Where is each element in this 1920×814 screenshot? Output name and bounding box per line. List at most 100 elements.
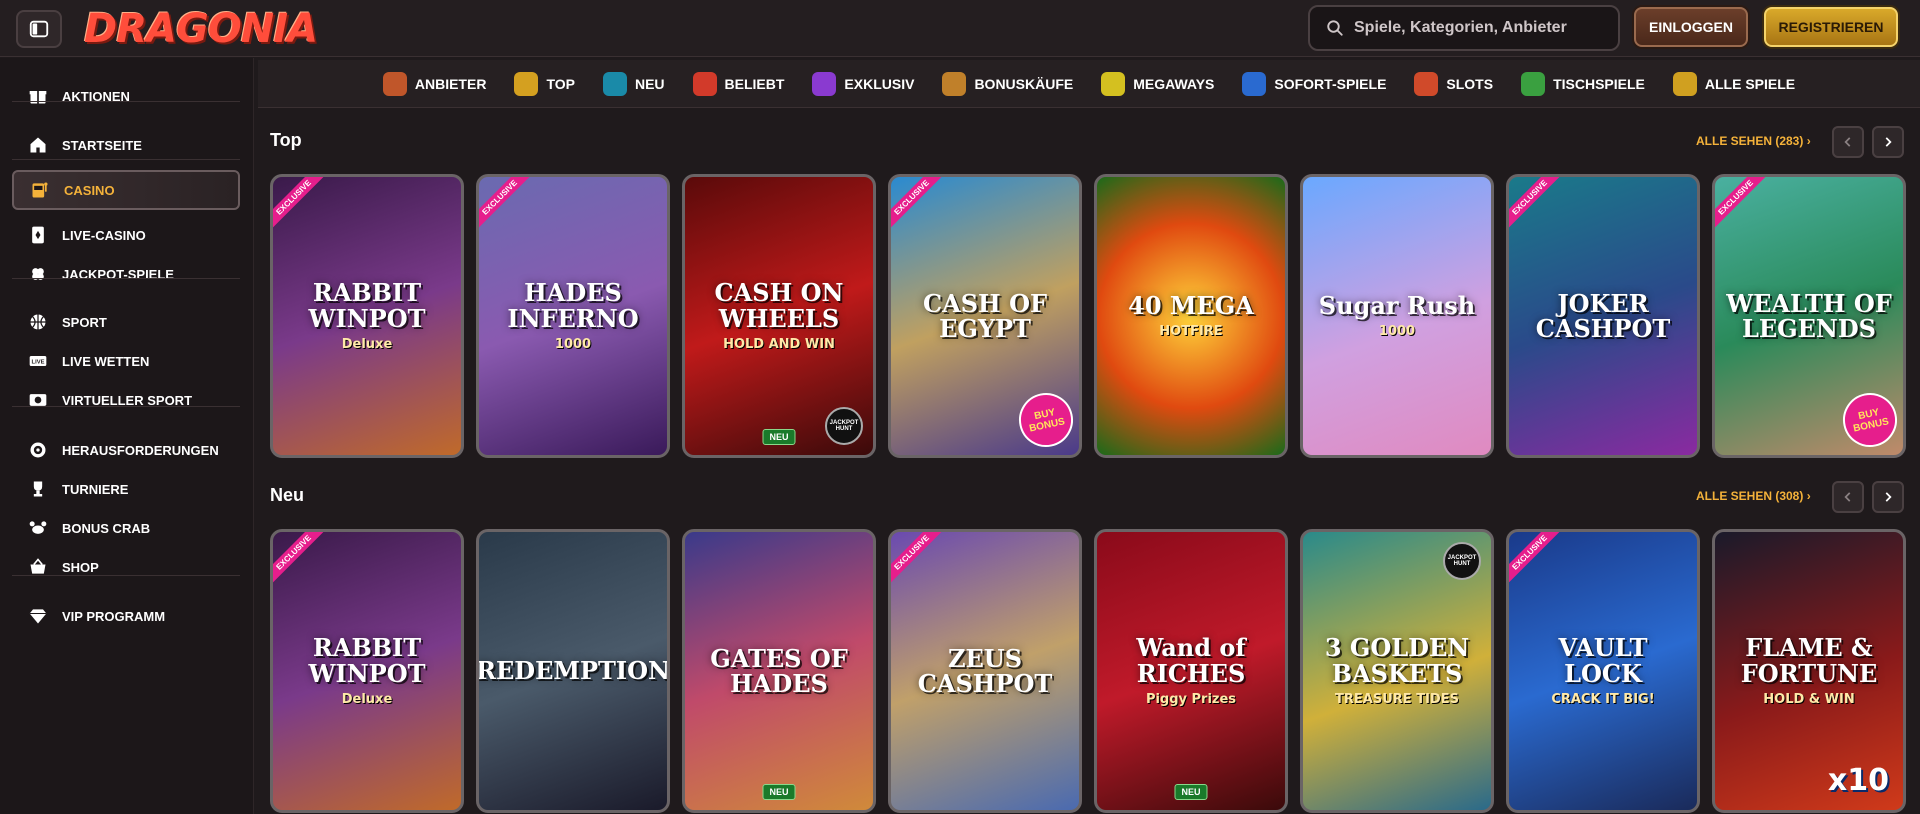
buy-bonus-badge: BUY BONUS — [1013, 387, 1079, 453]
game-row: RABBIT WINPOT Deluxe EXCLUSIVE REDEMPTION GA… — [270, 529, 1910, 813]
game-card[interactable]: Sugar Rush 1000 — [1300, 174, 1494, 458]
category-exklusiv[interactable]: EXKLUSIV — [812, 71, 914, 96]
game-card[interactable]: CASH OF EGYPT EXCLUSIVE BUY BONUS — [888, 174, 1082, 458]
next-button[interactable] — [1872, 126, 1904, 158]
live-icon: LIVE — [29, 356, 47, 366]
sidebar-toggle-button[interactable] — [16, 10, 62, 48]
game-title: Wand of RICHES — [1136, 633, 1246, 688]
sidebar-item-herausforderungen[interactable]: HERAUSFORDERUNGEN — [12, 430, 240, 470]
game-title: RABBIT WINPOT — [308, 633, 426, 688]
sidebar-item-label: HERAUSFORDERUNGEN — [62, 442, 219, 458]
category-icon — [692, 71, 717, 96]
category-bonuskäufe[interactable]: BONUSKÄUFE — [942, 71, 1074, 96]
category-label: ANBIETER — [414, 75, 487, 92]
game-card[interactable]: CASH ON WHEELS HOLD AND WIN NEU JACKPOT HUN… — [682, 174, 876, 458]
search-box[interactable] — [1308, 5, 1620, 51]
exclusive-badge: EXCLUSIVE — [891, 177, 944, 230]
game-title: WEALTH OF LEGENDS — [1726, 288, 1892, 343]
category-label: ALLE SPIELE — [1704, 75, 1796, 92]
game-card[interactable]: RABBIT WINPOT Deluxe EXCLUSIVE — [270, 174, 464, 458]
target-icon — [30, 442, 46, 458]
top-header: DRAGONIA EINLOGGEN REGISTRIEREN — [0, 0, 1920, 57]
see-all-label: ALLE SEHEN (283) — [1696, 134, 1804, 148]
see-all-link[interactable]: ALLE SEHEN (308) › — [1696, 489, 1811, 503]
game-title: Sugar Rush — [1318, 290, 1476, 320]
category-icon — [382, 71, 407, 96]
crab-icon — [29, 521, 47, 534]
sidebar-item-live-casino[interactable]: LIVE-CASINO — [12, 215, 240, 255]
game-card[interactable]: 3 GOLDEN BASKETS TREASURE TIDES JACKPOT HU… — [1300, 529, 1494, 813]
category-top[interactable]: TOP — [514, 71, 575, 96]
game-subtitle: Piggy Prizes — [1145, 691, 1237, 707]
see-all-link[interactable]: ALLE SEHEN (283) › — [1696, 134, 1811, 148]
category-icon — [1414, 71, 1439, 96]
category-slots[interactable]: SLOTS — [1414, 71, 1493, 96]
search-input[interactable] — [1354, 19, 1614, 37]
game-card[interactable]: HADES INFERNO 1000 EXCLUSIVE — [476, 174, 670, 458]
category-megaways[interactable]: MEGAWAYS — [1101, 71, 1214, 96]
see-all-label: ALLE SEHEN (308) — [1696, 489, 1804, 503]
sidebar-item-aktionen[interactable]: AKTIONEN — [12, 76, 240, 116]
category-alle-spiele[interactable]: ALLE SPIELE — [1672, 71, 1796, 96]
category-label: BONUSKÄUFE — [974, 75, 1074, 92]
sidebar-item-label: BONUS CRAB — [62, 520, 151, 536]
register-button[interactable]: REGISTRIEREN — [1764, 7, 1898, 47]
sidebar-item-casino[interactable]: CASINO — [12, 170, 240, 210]
jackpot-hunt-badge: JACKPOT HUNT — [825, 407, 863, 445]
new-badge: NEU — [762, 429, 796, 445]
sidebar-item-vip-programm[interactable]: VIP PROGRAMM — [12, 596, 240, 636]
game-card[interactable]: RABBIT WINPOT Deluxe EXCLUSIVE — [270, 529, 464, 813]
game-title: CASH ON WHEELS — [714, 278, 844, 333]
login-button[interactable]: EINLOGGEN — [1634, 7, 1748, 47]
sidebar-item-jackpot-spiele[interactable]: JACKPOT-SPIELE — [12, 254, 240, 294]
category-tischspiele[interactable]: TISCHSPIELE — [1521, 71, 1645, 96]
sidebar-item-virtueller-sport[interactable]: VIRTUELLER SPORT — [12, 380, 240, 420]
chevron-right-icon: › — [1806, 134, 1811, 148]
chevron-right-icon — [1885, 137, 1892, 147]
sidebar-item-sport[interactable]: SPORT — [12, 302, 240, 342]
game-card[interactable]: JOKER CASHPOT EXCLUSIVE — [1506, 174, 1700, 458]
section-title: Top — [270, 130, 302, 150]
game-title: 40 MEGA — [1128, 290, 1254, 320]
prev-button[interactable] — [1832, 481, 1864, 513]
game-title: REDEMPTION — [476, 656, 670, 686]
chevron-left-icon — [1844, 492, 1851, 502]
card-icon — [32, 226, 44, 244]
new-badge: NEU — [762, 784, 796, 800]
sidebar-item-shop[interactable]: SHOP — [12, 547, 240, 587]
basket-icon — [30, 558, 46, 574]
site-logo[interactable]: DRAGONIA — [84, 6, 318, 52]
exclusive-badge: EXCLUSIVE — [1509, 177, 1562, 230]
game-title: JOKER CASHPOT — [1535, 288, 1671, 343]
category-sofort-spiele[interactable]: SOFORT-SPIELE — [1242, 71, 1386, 96]
diamond-icon — [29, 609, 47, 624]
sidebar-item-bonus-crab[interactable]: BONUS CRAB — [12, 508, 240, 548]
gift-icon — [29, 91, 47, 104]
game-card[interactable]: WEALTH OF LEGENDS EXCLUSIVE BUY BONUS — [1712, 174, 1906, 458]
category-label: TISCHSPIELE — [1553, 75, 1645, 92]
chevron-right-icon: › — [1806, 489, 1811, 503]
sidebar-toggle-icon — [29, 20, 49, 38]
game-card[interactable]: VAULT LOCK CRACK IT BIG! EXCLUSIVE — [1506, 529, 1700, 813]
game-title: GATES OF HADES — [710, 643, 848, 698]
game-card[interactable]: Wand of RICHES Piggy Prizes NEU — [1094, 529, 1288, 813]
prev-button[interactable] — [1832, 126, 1864, 158]
category-nav: ANBIETER TOP NEU BELIEBT EXKLUSIV BONUSKÄUFE M… — [258, 60, 1920, 108]
exclusive-badge: EXCLUSIVE — [479, 177, 532, 230]
jackpot-hunt-badge: JACKPOT HUNT — [1443, 542, 1481, 580]
sidebar-item-live-wetten[interactable]: LIVE LIVE WETTEN — [12, 341, 240, 381]
game-card[interactable]: 40 MEGA HOTFIRE — [1094, 174, 1288, 458]
next-button[interactable] — [1872, 481, 1904, 513]
game-card[interactable]: FLAME & FORTUNE HOLD & WIN x10 — [1712, 529, 1906, 813]
category-anbieter[interactable]: ANBIETER — [382, 71, 487, 96]
game-card[interactable]: ZEUS CASHPOT EXCLUSIVE — [888, 529, 1082, 813]
sidebar-item-turniere[interactable]: TURNIERE — [12, 469, 240, 509]
game-card[interactable]: REDEMPTION — [476, 529, 670, 813]
game-subtitle: HOTFIRE — [1159, 324, 1223, 340]
game-title: FLAME & FORTUNE — [1740, 633, 1878, 688]
game-card[interactable]: GATES OF HADES NEU — [682, 529, 876, 813]
category-beliebt[interactable]: BELIEBT — [692, 71, 784, 96]
category-neu[interactable]: NEU — [602, 71, 665, 96]
sidebar-item-label: STARTSEITE — [62, 137, 142, 153]
category-icon — [602, 71, 627, 96]
